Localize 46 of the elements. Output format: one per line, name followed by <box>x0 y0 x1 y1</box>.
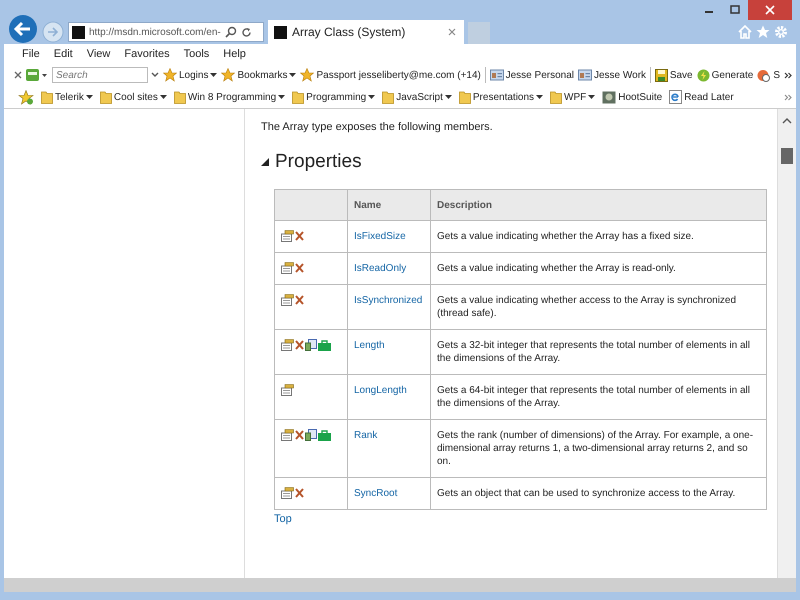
member-link[interactable]: LongLength <box>354 385 407 396</box>
favorites-link[interactable]: Programming <box>292 90 376 104</box>
toolbar-button[interactable]: Jesse Personal <box>490 69 574 81</box>
top-link[interactable]: Top <box>274 513 292 525</box>
menu-item[interactable]: Favorites <box>124 48 170 60</box>
member-link[interactable]: IsSynchronized <box>354 295 422 306</box>
table-cell: Gets a 32-bit integer that represents the total number of elements in all the dimensions of the Array. <box>430 330 766 374</box>
favorites-link[interactable]: Cool sites <box>100 90 167 104</box>
toolbar-button[interactable]: Jesse Work <box>578 69 646 81</box>
menu-item[interactable]: File <box>22 48 40 60</box>
menu-item[interactable]: Help <box>223 48 246 60</box>
menu-item[interactable]: Tools <box>184 48 210 60</box>
member-link[interactable]: Length <box>354 340 385 351</box>
toolbar-button[interactable]: Generate <box>696 68 754 82</box>
member-link[interactable]: Rank <box>354 430 378 441</box>
favorites-link[interactable]: Win 8 Programming <box>174 90 286 104</box>
table-cell: Gets the rank (number of dimensions) of the Array. For example, a one-dimensional array returns 1, a two-dimensional array returns 2, and so on. <box>430 420 766 478</box>
toolbar-button[interactable]: Passport jesseliberty@me.com (+14) <box>300 68 481 82</box>
toolbar-button[interactable]: S <box>757 68 780 82</box>
section-heading: Properties <box>275 151 362 173</box>
favorites-link[interactable]: JavaScript <box>382 90 452 104</box>
table-cell: Gets a value indicating whether access to the Array is synchronized (thread safe). <box>430 284 766 330</box>
member-link[interactable]: IsFixedSize <box>354 231 406 242</box>
browser-tab[interactable]: Array Class (System) <box>268 20 464 44</box>
table-cell: Gets a value indicating whether the Array has a fixed size. <box>430 220 766 252</box>
intro-text: The Array type exposes the following members. <box>261 121 494 133</box>
table-cell: Gets a value indicating whether the Array is read-only. <box>430 252 766 284</box>
table-cell: Gets an object that can be used to synchronize access to the Array. <box>430 478 766 510</box>
column-header: Name <box>348 190 430 220</box>
favorites-link[interactable]: HootSuite <box>602 90 662 104</box>
menu-item[interactable]: Edit <box>54 48 73 60</box>
search-field[interactable]: Search <box>52 67 148 83</box>
favorites-link[interactable]: Telerik <box>41 90 93 104</box>
favorites-link[interactable]: WPF <box>550 90 596 104</box>
toolbar-button[interactable]: Save <box>654 68 693 82</box>
favorites-link[interactable]: Presentations <box>458 90 544 104</box>
address-bar[interactable]: http://msdn.microsoft.com/en- <box>68 22 264 42</box>
menu-item[interactable]: View <box>86 48 110 60</box>
toolbar-button[interactable]: Logins <box>163 68 218 82</box>
column-header: Description <box>430 190 766 220</box>
favorites-link[interactable]: Read Later <box>669 90 734 104</box>
table-cell: Gets a 64-bit integer that represents the total number of elements in all the dimensions of the Array. <box>430 374 766 420</box>
toolbar-button[interactable]: Bookmarks <box>221 68 296 82</box>
member-link[interactable]: IsReadOnly <box>354 263 406 274</box>
url-text: http://msdn.microsoft.com/en- <box>89 26 221 38</box>
member-link[interactable]: SyncRoot <box>354 488 398 499</box>
